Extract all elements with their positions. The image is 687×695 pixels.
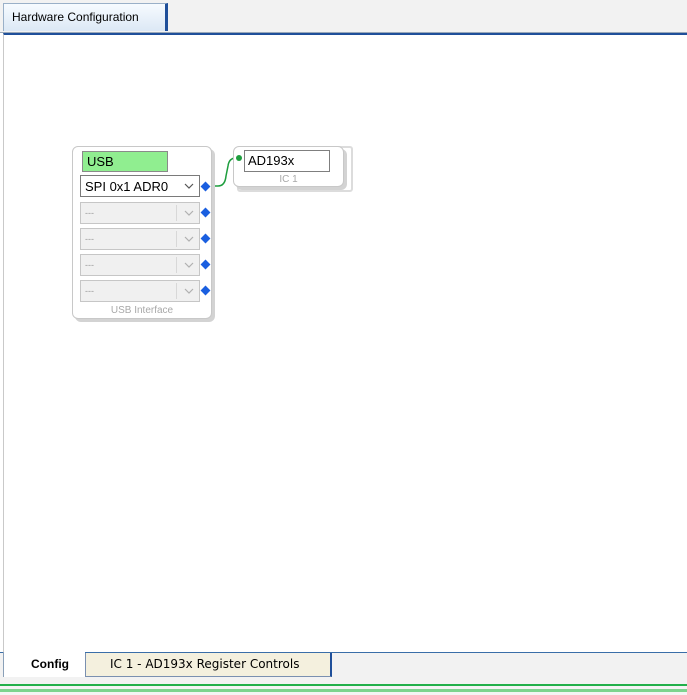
output-pin-1-icon[interactable] xyxy=(200,181,211,192)
ic-name-text: AD193x xyxy=(248,153,295,168)
channel-select-2-value: --- xyxy=(85,208,94,218)
status-bar-indicator xyxy=(0,689,687,692)
tab-ic1-register-controls[interactable]: IC 1 - AD193x Register Controls xyxy=(85,653,332,677)
combo-separator xyxy=(176,231,177,247)
status-bar xyxy=(0,684,687,695)
combo-separator xyxy=(176,283,177,299)
chevron-down-icon xyxy=(184,183,194,189)
output-pin-4-icon[interactable] xyxy=(200,259,211,270)
channel-select-4[interactable]: --- xyxy=(80,254,200,276)
output-pin-3-icon[interactable] xyxy=(200,233,211,244)
usb-name-text: USB xyxy=(87,154,114,169)
channel-select-3-value: --- xyxy=(85,234,94,244)
output-pin-5-icon[interactable] xyxy=(200,285,211,296)
usb-block-caption: USB Interface xyxy=(110,305,174,316)
chevron-down-icon xyxy=(184,288,194,294)
channel-select-5[interactable]: --- xyxy=(80,280,200,302)
ic-block-caption: IC 1 xyxy=(279,174,298,185)
hardware-canvas[interactable] xyxy=(3,33,687,653)
channel-select-3[interactable]: --- xyxy=(80,228,200,250)
channel-select-4-value: --- xyxy=(85,260,94,270)
chevron-down-icon xyxy=(184,210,194,216)
channel-select-2[interactable]: --- xyxy=(80,202,200,224)
tab-config[interactable]: Config xyxy=(3,652,85,677)
chevron-down-icon xyxy=(184,262,194,268)
top-tab-strip: Hardware Configuration xyxy=(0,0,687,33)
tab-hardware-configuration[interactable]: Hardware Configuration xyxy=(3,3,168,31)
tab-hardware-configuration-label: Hardware Configuration xyxy=(12,10,139,24)
output-pin-2-icon[interactable] xyxy=(200,207,211,218)
channel-select-5-value: --- xyxy=(85,286,94,296)
bottom-tab-strip: Config IC 1 - AD193x Register Controls xyxy=(0,652,687,695)
channel-select-1-value: SPI 0x1 ADR0 xyxy=(85,179,169,194)
tab-config-label: Config xyxy=(31,657,69,671)
ic-name-field[interactable]: AD193x xyxy=(244,150,330,172)
combo-separator xyxy=(176,257,177,273)
input-pin-icon[interactable] xyxy=(236,155,242,161)
combo-separator xyxy=(176,205,177,221)
chevron-down-icon xyxy=(184,236,194,242)
tab-ic1-register-controls-label: IC 1 - AD193x Register Controls xyxy=(110,657,300,671)
ic-1-block[interactable]: AD193x IC 1 xyxy=(233,146,344,187)
usb-name-field[interactable]: USB xyxy=(82,151,168,172)
channel-select-1[interactable]: SPI 0x1 ADR0 xyxy=(80,175,200,197)
usb-interface-block[interactable]: USB SPI 0x1 ADR0 --- --- --- --- USB Int… xyxy=(72,146,212,319)
